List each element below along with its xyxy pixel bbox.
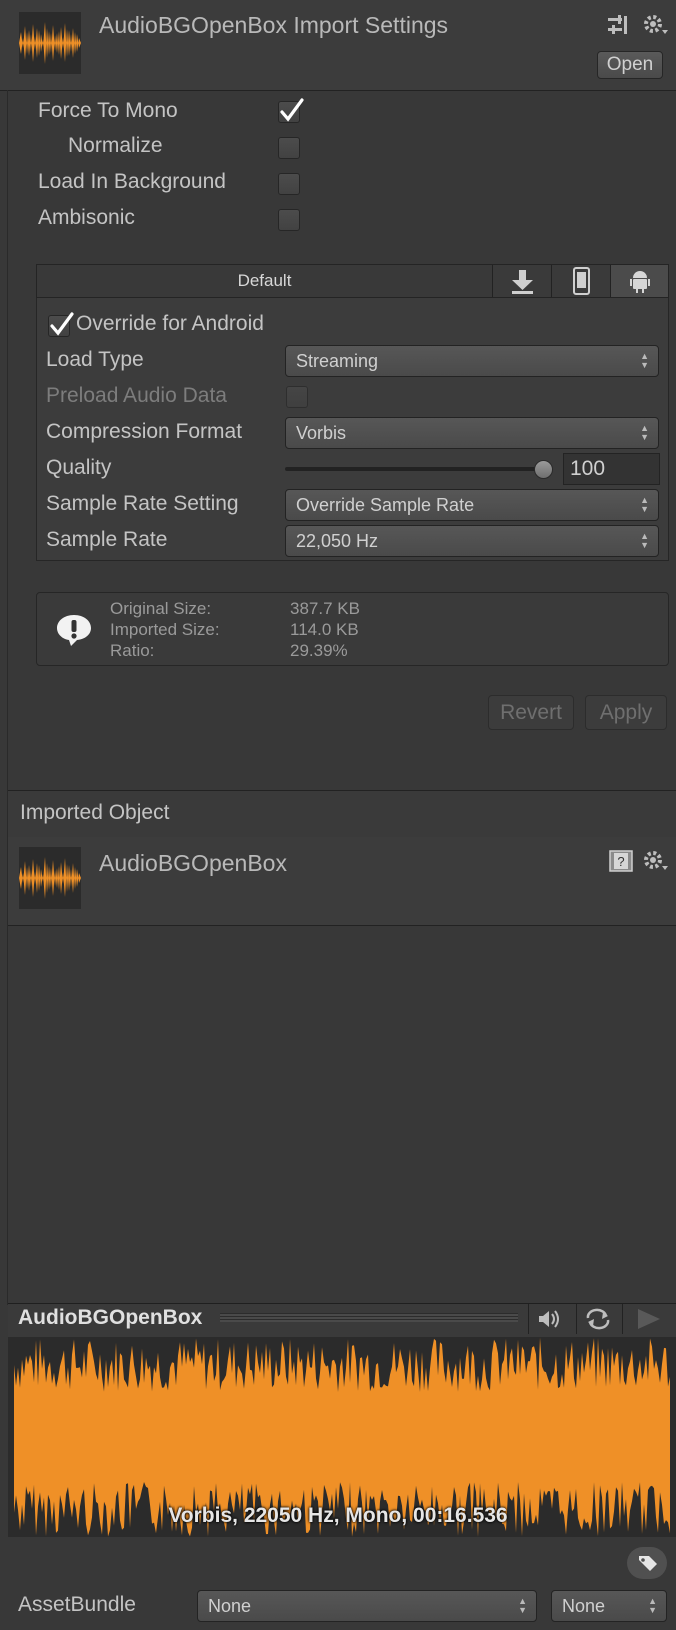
sample-rate-setting-label: Sample Rate Setting [46,492,239,515]
load-type-value: Streaming [296,351,379,371]
sample-rate-setting-value: Override Sample Rate [296,495,475,515]
help-book-icon[interactable]: ? [608,849,634,873]
compression-format-dropdown[interactable]: Vorbis ▲ ▼ [285,417,659,449]
ambisonic-label: Ambisonic [38,206,135,229]
load-in-background-label: Load In Background [38,170,226,193]
imported-size-value: 114.0 KB [290,620,359,639]
sample-rate-value: 22,050 Hz [296,531,379,551]
ambisonic-checkbox[interactable] [278,209,300,231]
force-to-mono-checkbox[interactable] [278,98,304,123]
normalize-label: Normalize [68,134,163,157]
load-type-dropdown[interactable]: Streaming ▲ ▼ [285,345,659,377]
preload-audio-data-checkbox [286,386,308,408]
assetbundle-label: AssetBundle [18,1593,136,1616]
load-in-background-checkbox[interactable] [278,173,300,195]
override-android-label: Override for Android [76,312,264,335]
loop-icon[interactable] [576,1304,619,1334]
assetbundle-name-value: None [208,1596,252,1616]
speaker-icon[interactable] [528,1304,569,1334]
download-icon [512,270,533,294]
updown-arrow-icon: ▲ ▼ [640,495,649,514]
sample-rate-dropdown[interactable]: 22,050 Hz ▲ ▼ [285,525,659,557]
override-android-checkbox[interactable] [48,312,74,337]
normalize-checkbox[interactable] [278,137,300,159]
imported-object-title: Imported Object [20,801,170,824]
preview-drag-handle[interactable] [220,1313,518,1322]
svg-text:?: ? [617,854,624,869]
updown-arrow-icon: ▲ ▼ [640,423,649,442]
left-border [7,90,8,1305]
assetbundle-variant-value: None [562,1596,606,1616]
ratio-value: 29.39% [290,641,348,660]
mobile-phone-icon [573,267,590,295]
gear-icon[interactable] [642,848,670,874]
tab-default[interactable]: Default [37,265,492,297]
info-exclamation-icon [55,612,93,648]
sample-rate-setting-dropdown[interactable]: Override Sample Rate ▲ ▼ [285,489,659,521]
assetbundle-name-dropdown[interactable]: None ▲ ▼ [197,1590,537,1622]
sample-rate-label: Sample Rate [46,528,168,551]
preview-title: AudioBGOpenBox [18,1306,203,1329]
platform-tab-bar: Default [36,264,669,298]
preset-sliders-icon[interactable] [606,14,628,36]
original-size-label: Original Size: [110,599,212,618]
force-to-mono-label: Force To Mono [38,99,178,122]
checkmark-icon [50,312,74,336]
inspector-title: AudioBGOpenBox Import Settings [99,12,449,38]
waveform-thumbnail-icon [19,857,81,899]
assetbundle-variant-dropdown[interactable]: None ▲ ▼ [551,1590,667,1622]
audio-thumbnail [19,12,81,74]
quality-slider-thumb[interactable] [534,460,553,479]
apply-button[interactable]: Apply [585,695,667,730]
tab-standalone[interactable] [492,265,551,297]
preview-caption: Vorbis, 22050 Hz, Mono, 00:16.536 [168,1504,508,1527]
tag-icon[interactable] [627,1547,667,1579]
open-button[interactable]: Open [597,51,663,79]
checkmark-icon [280,98,304,122]
updown-arrow-icon: ▲ ▼ [640,531,649,550]
imported-object-thumbnail [19,847,81,909]
updown-arrow-icon: ▲ ▼ [518,1596,527,1615]
quality-slider-track[interactable] [285,467,545,471]
updown-arrow-icon: ▲ ▼ [640,351,649,370]
play-icon[interactable] [622,1304,676,1334]
revert-button[interactable]: Revert [488,695,574,730]
load-type-label: Load Type [46,348,144,371]
tab-android[interactable] [610,265,668,297]
compression-format-label: Compression Format [46,420,243,443]
android-icon [630,271,650,293]
ratio-label: Ratio: [110,641,155,660]
waveform-thumbnail-icon [19,22,81,64]
imported-size-label: Imported Size: [110,620,220,639]
gear-icon[interactable] [642,12,670,38]
updown-arrow-icon: ▲ ▼ [648,1596,657,1615]
imported-object-name: AudioBGOpenBox [99,850,287,876]
quality-label: Quality [46,456,112,479]
tab-ios[interactable] [551,265,610,297]
preload-audio-data-label: Preload Audio Data [46,384,227,407]
compression-format-value: Vorbis [296,423,347,443]
inspector-header: AudioBGOpenBox Import Settings Open [0,0,676,91]
quality-value-field[interactable]: 100 [563,453,660,485]
original-size-value: 387.7 KB [290,599,360,618]
